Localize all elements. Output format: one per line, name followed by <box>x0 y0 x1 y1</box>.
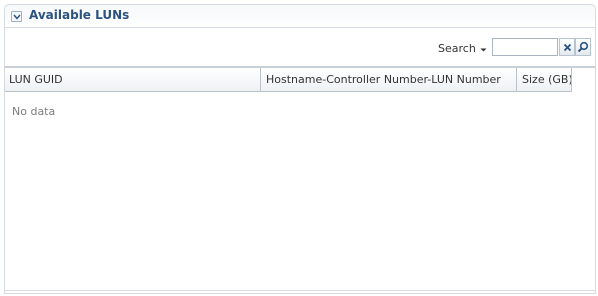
table-header: LUN GUID Hostname-Controller Number-LUN … <box>5 68 572 92</box>
chevron-down-icon[interactable] <box>11 11 22 22</box>
available-luns-panel: Available LUNs Search LUN GUID Hostname-… <box>4 4 596 294</box>
column-header-hostname[interactable]: Hostname-Controller Number-LUN Number <box>261 68 517 91</box>
caret-down-icon[interactable] <box>479 44 488 52</box>
column-header-size[interactable]: Size (GB) <box>517 68 572 91</box>
search-icon <box>577 41 589 53</box>
clear-search-button[interactable] <box>559 38 575 56</box>
empty-table-message: No data <box>12 105 56 118</box>
close-icon <box>563 43 571 51</box>
search-label[interactable]: Search <box>438 42 476 55</box>
panel-title[interactable]: Available LUNs <box>29 8 129 22</box>
search-toolbar: Search <box>5 37 595 59</box>
find-button[interactable] <box>575 38 591 56</box>
panel-header: Available LUNs <box>5 5 595 27</box>
search-input[interactable] <box>492 38 558 56</box>
column-header-lun-guid[interactable]: LUN GUID <box>5 68 261 91</box>
table-bottom-divider <box>5 290 595 291</box>
header-divider <box>5 27 595 28</box>
luns-table: LUN GUID Hostname-Controller Number-LUN … <box>5 66 595 293</box>
